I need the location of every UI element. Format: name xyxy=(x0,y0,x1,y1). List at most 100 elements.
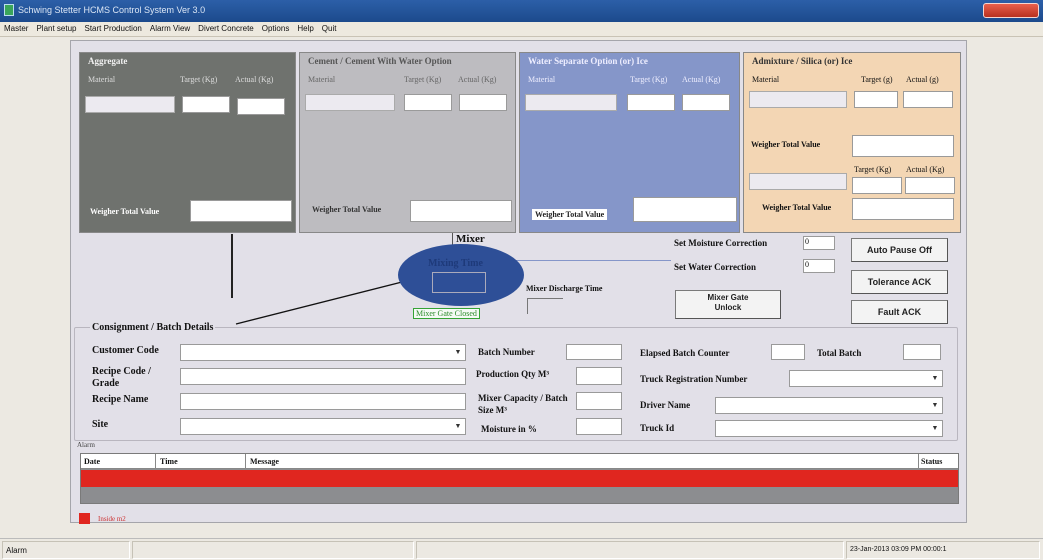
truck-id-dropdown-icon[interactable]: ▼ xyxy=(929,422,941,435)
consignment-title: Consignment / Batch Details xyxy=(90,322,216,333)
site-label: Site xyxy=(92,419,109,430)
aggregate-title: Aggregate xyxy=(88,56,128,66)
window-title: Schwing Stetter HCMS Control System Ver … xyxy=(18,5,206,15)
moisture-correction-label: Set Moisture Correction xyxy=(674,238,768,248)
mixer-discharge-bracket xyxy=(527,298,563,314)
truck-registration-dropdown-icon[interactable]: ▼ xyxy=(929,372,941,385)
moisture-label: Moisture in % xyxy=(481,424,537,434)
aggregate-material-field[interactable] xyxy=(85,96,175,113)
mixer-gate-closed-status: Mixer Gate Closed xyxy=(413,308,480,319)
alarm-column-status: Status xyxy=(921,457,943,466)
menu-alarm-view[interactable]: Alarm View xyxy=(146,22,194,33)
cement-panel: Cement / Cement With Water Option Materi… xyxy=(299,52,516,233)
admixture-material-field-2[interactable] xyxy=(749,173,847,190)
fault-ack-button[interactable]: Fault ACK xyxy=(851,300,948,324)
alarm-column-time: Time xyxy=(160,457,178,466)
water-material-field[interactable] xyxy=(525,94,617,111)
moisture-field[interactable] xyxy=(576,418,622,435)
alarm-column-divider xyxy=(245,454,246,469)
status-bar: Alarm 23-Jan-2013 03:09 PM 00:00:1 xyxy=(0,538,1043,560)
aggregate-weigher-label: Weigher Total Value xyxy=(90,207,160,216)
admixture-weigher-field-2[interactable] xyxy=(852,198,954,220)
cement-weigher-field[interactable] xyxy=(410,200,512,222)
aggregate-actual-label: Actual (Kg) xyxy=(235,75,274,84)
alarm-active-row[interactable] xyxy=(81,470,958,487)
aggregate-material-label: Material xyxy=(88,75,116,84)
menu-options[interactable]: Options xyxy=(258,22,294,33)
tolerance-ack-button[interactable]: Tolerance ACK xyxy=(851,270,948,294)
cement-weigher-label: Weigher Total Value xyxy=(312,205,382,214)
customer-code-dropdown-icon[interactable]: ▼ xyxy=(452,346,464,359)
tolerance-ack-label: Tolerance ACK xyxy=(867,277,932,287)
status-segment-mid2 xyxy=(416,541,844,559)
water-material-label: Material xyxy=(528,75,556,84)
menu-quit[interactable]: Quit xyxy=(318,22,341,33)
aggregate-weigher-field[interactable] xyxy=(190,200,292,222)
elapsed-batch-field[interactable] xyxy=(771,344,805,360)
admixture-weigher-label-1: Weigher Total Value xyxy=(751,140,821,149)
status-segment-left: Alarm xyxy=(2,541,130,559)
admixture-actual-field[interactable] xyxy=(903,91,953,108)
alarm-column-message: Message xyxy=(250,457,279,466)
admixture-material-field[interactable] xyxy=(749,91,847,108)
fault-ack-label: Fault ACK xyxy=(877,307,922,317)
admixture-target-label: Target (g) xyxy=(861,75,893,84)
recipe-name-field[interactable] xyxy=(180,393,466,410)
truck-id-label: Truck Id xyxy=(640,423,675,433)
status-segment-right: 23-Jan-2013 03:09 PM 00:00:1 xyxy=(846,541,1040,559)
moisture-correction-field[interactable]: 0 xyxy=(803,236,835,250)
menu-start-production[interactable]: Start Production xyxy=(80,22,145,33)
cement-material-field[interactable] xyxy=(305,94,395,111)
mixer-gate-unlock-label: Mixer Gate Unlock xyxy=(707,293,749,312)
batch-number-field[interactable] xyxy=(566,344,622,360)
admixture-weigher-field-1[interactable] xyxy=(852,135,954,157)
customer-code-combo[interactable]: ▼ xyxy=(180,344,466,361)
aggregate-actual-field[interactable] xyxy=(237,98,285,115)
menu-bar: Master Plant setup Start Production Alarm V… xyxy=(0,22,1043,37)
truck-id-combo[interactable]: ▼ xyxy=(715,420,943,437)
driver-name-combo[interactable]: ▼ xyxy=(715,397,943,414)
mixer-capacity-field[interactable] xyxy=(576,392,622,410)
alarm-column-divider xyxy=(155,454,156,469)
water-actual-field[interactable] xyxy=(682,94,730,111)
window-controls[interactable] xyxy=(983,3,1039,18)
total-batch-label: Total Batch xyxy=(817,348,862,358)
cement-target-field[interactable] xyxy=(404,94,452,111)
water-target-field[interactable] xyxy=(627,94,675,111)
status-datetime: 23-Jan-2013 03:09 PM 00:00:1 xyxy=(850,546,947,553)
mixer-gate-unlock-button[interactable]: Mixer Gate Unlock xyxy=(675,290,781,319)
auto-pause-label: Auto Pause Off xyxy=(866,245,932,255)
alarm-group-title: Alarm xyxy=(77,441,95,449)
admixture-target-label-2: Target (Kg) xyxy=(854,165,892,174)
menu-master[interactable]: Master xyxy=(0,22,32,33)
menu-plant-setup[interactable]: Plant setup xyxy=(32,22,80,33)
aggregate-target-field[interactable] xyxy=(182,96,230,113)
recipe-code-field[interactable] xyxy=(180,368,466,385)
cement-target-label: Target (Kg) xyxy=(404,75,442,84)
truck-registration-combo[interactable]: ▼ xyxy=(789,370,943,387)
water-correction-value: 0 xyxy=(805,260,809,269)
admixture-target-field-2[interactable] xyxy=(852,177,902,194)
alarm-legend-label: Inside m2 xyxy=(98,515,126,523)
auto-pause-button[interactable]: Auto Pause Off xyxy=(851,238,948,262)
admixture-title: Admixture / Silica (or) Ice xyxy=(752,56,853,66)
driver-name-dropdown-icon[interactable]: ▼ xyxy=(929,399,941,412)
admixture-actual-field-2[interactable] xyxy=(905,177,955,194)
mixer-capacity-label: Mixer Capacity / Batch Size M³ xyxy=(478,393,568,415)
site-combo[interactable]: ▼ xyxy=(180,418,466,435)
water-weigher-label: Weigher Total Value xyxy=(532,209,608,220)
moisture-correction-value: 0 xyxy=(805,237,809,246)
customer-code-label: Customer Code xyxy=(92,345,159,356)
water-correction-field[interactable]: 0 xyxy=(803,259,835,273)
cement-actual-field[interactable] xyxy=(459,94,507,111)
site-dropdown-icon[interactable]: ▼ xyxy=(452,420,464,433)
production-qty-field[interactable] xyxy=(576,367,622,385)
water-weigher-field[interactable] xyxy=(633,197,737,222)
menu-help[interactable]: Help xyxy=(293,22,317,33)
admixture-target-field[interactable] xyxy=(854,91,898,108)
mixer-discharge-label: Mixer Discharge Time xyxy=(526,284,603,293)
total-batch-field[interactable] xyxy=(903,344,941,360)
mixing-time-field[interactable] xyxy=(432,272,486,293)
recipe-name-label: Recipe Name xyxy=(92,394,149,405)
menu-divert-concrete[interactable]: Divert Concrete xyxy=(194,22,258,33)
